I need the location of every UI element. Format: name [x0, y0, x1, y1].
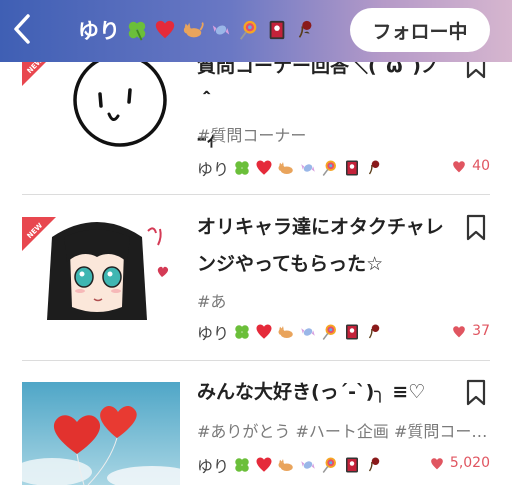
- heart-icon: [453, 325, 466, 337]
- author-name: ゆり: [197, 160, 230, 179]
- rose-icon: [365, 456, 383, 474]
- like-count[interactable]: 5,020: [430, 455, 490, 471]
- clover-icon: [233, 159, 251, 177]
- like-count[interactable]: 37: [452, 323, 490, 339]
- lollipop-icon: [321, 456, 339, 474]
- like-count-value: 5,020: [449, 455, 490, 471]
- like-count[interactable]: 40: [452, 158, 490, 174]
- heart-icon: [154, 19, 176, 41]
- candy-icon: [299, 323, 317, 341]
- author-name: ゆり: [197, 324, 230, 343]
- divider: [22, 194, 490, 195]
- clover-icon: [233, 456, 251, 474]
- candy-icon: [299, 159, 317, 177]
- user-name: ゆり: [78, 19, 120, 43]
- app-header: ゆり フォロー中: [0, 0, 512, 62]
- chevron-left-icon: [14, 14, 30, 44]
- post-tags[interactable]: #質問コーナー: [197, 122, 492, 146]
- post-title: オリキャラ達にオタクチャレ ンジやってもらった☆: [197, 209, 457, 283]
- new-badge: NEW: [22, 217, 56, 251]
- bookmark-icon[interactable]: [465, 379, 487, 407]
- candy-icon: [299, 456, 317, 474]
- heart-icon: [431, 457, 443, 469]
- hanafuda-icon: [343, 159, 361, 177]
- cat-icon: [277, 456, 295, 474]
- lollipop-icon: [321, 323, 339, 341]
- hanafuda-icon: [266, 19, 288, 41]
- title-line: みんな大好き(っˊ-ˋ)╮ ≡♡: [197, 381, 426, 403]
- clover-icon: [126, 19, 148, 41]
- post-author[interactable]: ゆり: [197, 453, 383, 477]
- post-thumbnail: [22, 382, 180, 485]
- author-name: ゆり: [197, 457, 230, 476]
- like-count-value: 37: [472, 323, 490, 339]
- candy-icon: [210, 19, 232, 41]
- heart-icon: [453, 160, 466, 172]
- post-thumbnail: NEW: [22, 217, 180, 320]
- like-count-value: 40: [472, 158, 490, 174]
- heart-icon: [255, 323, 273, 341]
- post-thumbnail: NEW: [22, 52, 180, 155]
- following-button[interactable]: フォロー中: [350, 8, 490, 52]
- post-tags[interactable]: #あ: [197, 288, 492, 312]
- cat-icon: [182, 19, 204, 41]
- lollipop-icon: [321, 159, 339, 177]
- cat-icon: [277, 323, 295, 341]
- back-button[interactable]: [6, 9, 38, 49]
- rose-icon: [294, 19, 316, 41]
- rose-icon: [365, 159, 383, 177]
- hanafuda-icon: [343, 456, 361, 474]
- header-title: ゆり: [78, 14, 316, 46]
- heart-icon: [255, 159, 273, 177]
- post-title: みんな大好き(っˊ-ˋ)╮ ≡♡: [197, 374, 457, 411]
- heart-icon: [255, 456, 273, 474]
- bookmark-icon[interactable]: [465, 214, 487, 242]
- lollipop-icon: [238, 19, 260, 41]
- post-author[interactable]: ゆり: [197, 320, 383, 344]
- title-line: オリキャラ達にオタクチャレ: [197, 216, 444, 238]
- hanafuda-icon: [343, 323, 361, 341]
- clover-icon: [233, 323, 251, 341]
- divider: [22, 360, 490, 361]
- rose-icon: [365, 323, 383, 341]
- cat-icon: [277, 159, 295, 177]
- heart-balloons-image: [22, 382, 180, 485]
- title-line: ンジやってもらった☆: [197, 253, 384, 275]
- post-author[interactable]: ゆり: [197, 156, 383, 180]
- post-tags[interactable]: #ありがとう #ハート企画 #質問コー…: [197, 418, 492, 442]
